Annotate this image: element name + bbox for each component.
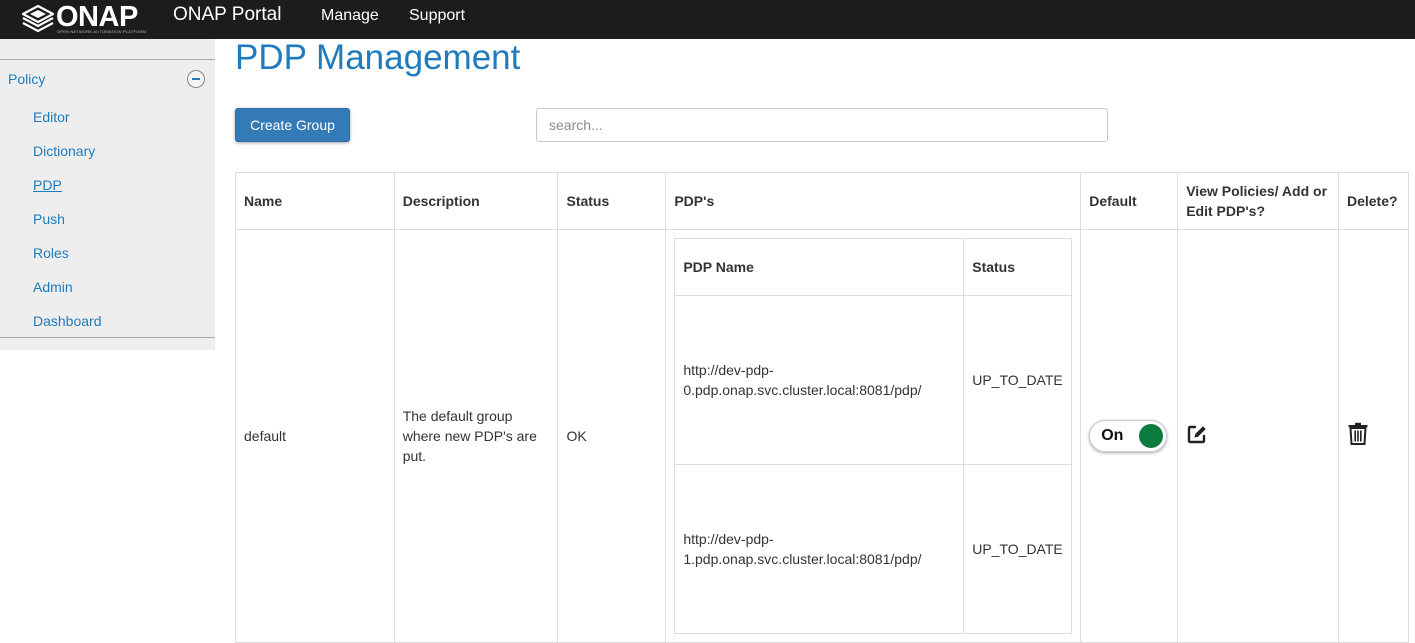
header-view-policies: View Policies/ Add or Edit PDP's? <box>1177 172 1339 230</box>
header-default: Default <box>1080 172 1179 230</box>
pdp-status: UP_TO_DATE <box>963 464 1073 634</box>
portal-title[interactable]: ONAP Portal <box>173 4 281 26</box>
pdp-row: http://dev-pdp-1.pdp.onap.svc.cluster.lo… <box>674 464 1073 634</box>
sidebar-item-push[interactable]: Push <box>33 211 65 228</box>
group-view-edit <box>1177 229 1339 643</box>
header-pdps: PDP's <box>665 172 1082 230</box>
nav-manage[interactable]: Manage <box>321 7 379 25</box>
header-name: Name <box>235 172 395 230</box>
trash-icon[interactable] <box>1348 422 1368 450</box>
pdp-header-status: Status <box>963 238 1073 296</box>
pdp-name: http://dev-pdp-1.pdp.onap.svc.cluster.lo… <box>674 464 965 634</box>
group-delete <box>1337 229 1410 643</box>
pdp-status: UP_TO_DATE <box>963 295 1073 465</box>
table-row: default The default group where new PDP'… <box>235 229 1410 643</box>
group-pdps: PDP Name Status http://dev-pdp-0.pdp.ona… <box>665 229 1082 643</box>
default-toggle[interactable]: On <box>1089 420 1168 452</box>
logo-subtext: OPEN NETWORK AUTOMATION PLATFORM <box>57 29 147 34</box>
group-status: OK <box>557 229 667 643</box>
pdp-name: http://dev-pdp-0.pdp.onap.svc.cluster.lo… <box>674 295 965 465</box>
header-status: Status <box>557 172 667 230</box>
edit-square-icon[interactable] <box>1186 423 1208 450</box>
page-title: PDP Management <box>235 38 521 77</box>
table-header-row: Name Description Status PDP's Default Vi… <box>235 172 1410 230</box>
create-group-button[interactable]: Create Group <box>235 108 350 142</box>
pdps-table: PDP Name Status http://dev-pdp-0.pdp.ona… <box>674 238 1073 634</box>
nav-support[interactable]: Support <box>409 7 465 25</box>
search-input[interactable] <box>536 108 1108 142</box>
toggle-label: On <box>1101 427 1124 444</box>
sidebar: Policy Editor Dictionary PDP Push Roles … <box>0 39 215 350</box>
sidebar-item-dictionary[interactable]: Dictionary <box>33 143 95 160</box>
toggle-knob <box>1139 424 1164 448</box>
sidebar-divider-bottom <box>0 337 215 338</box>
sidebar-item-pdp[interactable]: PDP <box>33 177 62 194</box>
pdps-header-row: PDP Name Status <box>674 238 1073 296</box>
group-description: The default group where new PDP's are pu… <box>393 229 559 643</box>
header-delete: Delete? <box>1337 172 1410 230</box>
onap-logo[interactable]: ONAP OPEN NETWORK AUTOMATION PLATFORM <box>22 1 152 34</box>
header-description: Description <box>393 172 559 230</box>
sidebar-item-admin[interactable]: Admin <box>33 279 73 296</box>
group-name: default <box>235 229 395 643</box>
minus-circle-icon[interactable] <box>187 70 205 88</box>
sidebar-divider-top <box>0 59 215 60</box>
sidebar-item-editor[interactable]: Editor <box>33 109 70 126</box>
groups-table: Name Description Status PDP's Default Vi… <box>235 172 1410 643</box>
group-default: On <box>1080 229 1179 643</box>
onap-logo-icon <box>22 5 54 33</box>
sidebar-item-dashboard[interactable]: Dashboard <box>33 313 102 330</box>
sidebar-item-roles[interactable]: Roles <box>33 245 69 262</box>
top-navbar: ONAP OPEN NETWORK AUTOMATION PLATFORM ON… <box>0 0 1415 39</box>
pdp-header-name: PDP Name <box>674 238 965 296</box>
pdp-row: http://dev-pdp-0.pdp.onap.svc.cluster.lo… <box>674 295 1073 465</box>
sidebar-section-policy[interactable]: Policy <box>8 71 45 88</box>
